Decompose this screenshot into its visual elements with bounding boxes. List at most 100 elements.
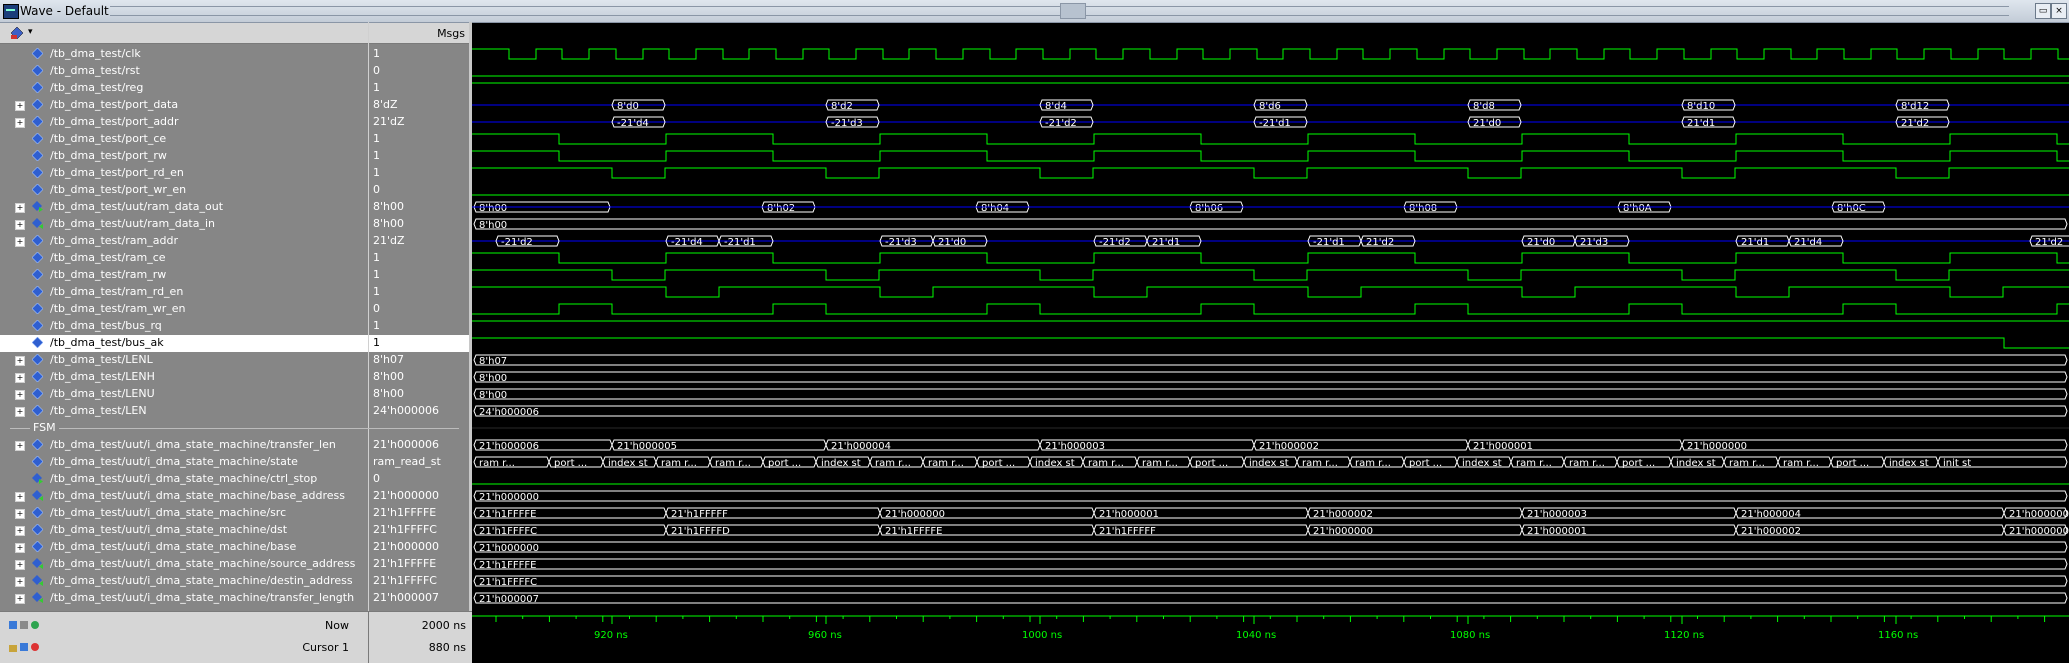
signal-value-text: 8'h00 [373, 387, 404, 400]
bus-value-label: 21'h000001 [1473, 441, 1533, 452]
bus-value-label: 21'h000005 [617, 441, 677, 452]
close-icon[interactable]: × [2051, 3, 2067, 19]
dock-icon[interactable]: ▭ [2035, 3, 2051, 19]
expand-icon[interactable]: + [15, 220, 25, 230]
signal-row[interactable]: + /tb_dma_test/LENL [0, 352, 368, 369]
signal-row[interactable]: /tb_dma_test/ram_rd_en [0, 284, 368, 301]
signal-row[interactable]: + /tb_dma_test/uut/i_dma_state_machine/tr… [0, 437, 368, 454]
undock-handle[interactable] [1060, 3, 1086, 19]
signal-value[interactable]: 8'h00 [369, 369, 469, 386]
expand-icon[interactable]: + [15, 577, 25, 587]
expand-icon[interactable]: + [15, 441, 25, 451]
signal-value[interactable]: ram_read_st [369, 454, 469, 471]
expand-icon[interactable]: + [15, 492, 25, 502]
signal-value[interactable]: 21'h1FFFFE [369, 556, 469, 573]
bus-value-label: -21'd4 [671, 237, 703, 248]
signal-row[interactable]: /tb_dma_test/ram_ce [0, 250, 368, 267]
signal-row[interactable]: /tb_dma_test/bus_rq [0, 318, 368, 335]
signal-value[interactable]: 0 [369, 471, 469, 488]
signal-value[interactable]: 1 [369, 284, 469, 301]
expand-icon[interactable]: + [15, 118, 25, 128]
signal-row[interactable]: /tb_dma_test/ram_rw [0, 267, 368, 284]
signal-row[interactable]: + /tb_dma_test/uut/i_dma_state_machine/ba… [0, 539, 368, 556]
cursor-tools-icon[interactable] [8, 619, 48, 634]
signal-row[interactable]: + /tb_dma_test/uut/i_dma_state_machine/sr… [0, 505, 368, 522]
signal-row[interactable]: + /tb_dma_test/LENH [0, 369, 368, 386]
signal-value[interactable]: 1 [369, 80, 469, 97]
signal-row[interactable]: /tb_dma_test/uut/i_dma_state_machine/sta… [0, 454, 368, 471]
signal-value[interactable]: 21'h000006 [369, 437, 469, 454]
signal-value[interactable]: 21'h1FFFFC [369, 522, 469, 539]
signal-row[interactable]: + /tb_dma_test/uut/ram_data_out [0, 199, 368, 216]
signal-row[interactable]: + /tb_dma_test/ram_addr [0, 233, 368, 250]
waveform-pane[interactable]: 8'd0 8'd2 8'd4 8'd6 8'd8 8'd10 8'd12 -21'd4 -21'… [472, 22, 2069, 662]
expand-icon[interactable]: + [15, 203, 25, 213]
signal-row[interactable]: /tb_dma_test/port_rd_en [0, 165, 368, 182]
signal-value[interactable]: 1 [369, 148, 469, 165]
cursor-row[interactable]: Cursor 1 880 ns [0, 637, 472, 657]
signal-value[interactable]: 21'h1FFFFC [369, 573, 469, 590]
bus-segment [473, 218, 2068, 230]
signal-row[interactable]: + /tb_dma_test/uut/i_dma_state_machine/so… [0, 556, 368, 573]
signal-value[interactable]: 1 [369, 46, 469, 63]
expand-icon[interactable]: + [15, 407, 25, 417]
signal-value[interactable]: 21'h000007 [369, 590, 469, 607]
expand-icon[interactable]: + [15, 101, 25, 111]
signal-value[interactable]: 21'h1FFFFE [369, 505, 469, 522]
signal-value[interactable]: 1 [369, 131, 469, 148]
signal-value[interactable]: 8'h00 [369, 199, 469, 216]
signal-row[interactable]: + /tb_dma_test/port_addr [0, 114, 368, 131]
signal-row[interactable]: + /tb_dma_test/uut/i_dma_state_machine/tr… [0, 590, 368, 607]
signal-row[interactable]: /tb_dma_test/port_ce [0, 131, 368, 148]
expand-icon[interactable]: + [15, 560, 25, 570]
signal-value[interactable]: 1 [369, 335, 469, 352]
signal-row[interactable]: /tb_dma_test/reg [0, 80, 368, 97]
window-title: Wave - Default [20, 4, 109, 18]
signal-value[interactable]: 8'dZ [369, 97, 469, 114]
signal-row[interactable]: /tb_dma_test/clk [0, 46, 368, 63]
signal-value[interactable]: 8'h00 [369, 216, 469, 233]
signal-row[interactable]: + /tb_dma_test/uut/i_dma_state_machine/ba… [0, 488, 368, 505]
signal-value[interactable]: 1 [369, 267, 469, 284]
expand-icon[interactable]: + [15, 509, 25, 519]
signal-name: /tb_dma_test/uut/i_dma_state_machine/bas… [50, 540, 297, 553]
signal-value[interactable]: 0 [369, 301, 469, 318]
signal-value[interactable]: 1 [369, 318, 469, 335]
signal-row[interactable]: + /tb_dma_test/uut/ram_data_in [0, 216, 368, 233]
signal-row[interactable]: /tb_dma_test/port_rw [0, 148, 368, 165]
signal-value[interactable]: 24'h000006 [369, 403, 469, 420]
signal-value[interactable]: 21'h000000 [369, 488, 469, 505]
signal-row[interactable]: + /tb_dma_test/uut/i_dma_state_machine/ds… [0, 522, 368, 539]
signal-row[interactable]: + /tb_dma_test/LEN [0, 403, 368, 420]
signal-value[interactable]: 8'h07 [369, 352, 469, 369]
signal-value[interactable]: 0 [369, 182, 469, 199]
expand-icon[interactable]: + [15, 390, 25, 400]
signal-value[interactable]: 1 [369, 165, 469, 182]
signal-value[interactable]: 21'dZ [369, 114, 469, 131]
signal-row[interactable]: /tb_dma_test/ram_wr_en [0, 301, 368, 318]
signal-row[interactable]: /tb_dma_test/rst [0, 63, 368, 80]
insert-menu-icon[interactable] [10, 26, 24, 40]
signal-row[interactable]: + /tb_dma_test/LENU [0, 386, 368, 403]
bus-value-label: ram r... [1355, 458, 1391, 469]
signal-row[interactable]: + /tb_dma_test/port_data [0, 97, 368, 114]
signal-row[interactable]: /tb_dma_test/bus_ak [0, 335, 368, 352]
expand-icon[interactable]: + [15, 594, 25, 604]
signal-value[interactable]: 21'h000000 [369, 539, 469, 556]
signal-row[interactable]: /tb_dma_test/uut/i_dma_state_machine/ctr… [0, 471, 368, 488]
chevron-down-icon[interactable]: ▾ [28, 27, 33, 37]
cursor-lock-icon[interactable] [8, 641, 48, 656]
expand-icon[interactable]: + [15, 373, 25, 383]
signal-value[interactable]: 8'h00 [369, 386, 469, 403]
signal-value[interactable]: 0 [369, 63, 469, 80]
signal-row[interactable]: /tb_dma_test/port_wr_en [0, 182, 368, 199]
expand-icon[interactable]: + [15, 237, 25, 247]
signal-value[interactable]: 21'dZ [369, 233, 469, 250]
bus-value-label: ram r... [1783, 458, 1819, 469]
expand-icon[interactable]: + [15, 526, 25, 536]
signal-value[interactable]: 1 [369, 250, 469, 267]
bus-value-label: index st [608, 458, 648, 469]
signal-row[interactable]: + /tb_dma_test/uut/i_dma_state_machine/de… [0, 573, 368, 590]
expand-icon[interactable]: + [15, 356, 25, 366]
expand-icon[interactable]: + [15, 543, 25, 553]
